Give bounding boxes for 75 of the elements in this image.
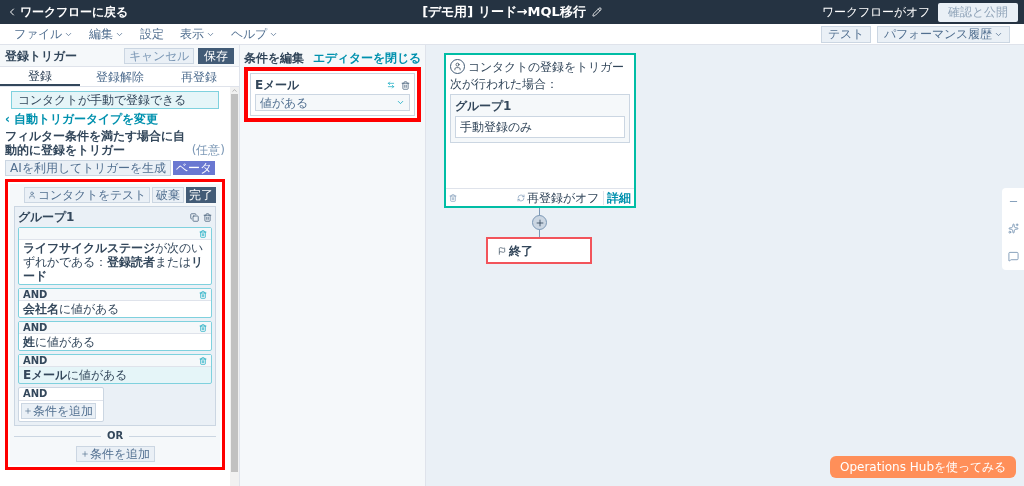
- workflow-status: ワークフローがオフ: [822, 5, 930, 19]
- end-node[interactable]: 終了: [486, 237, 592, 264]
- menu-item[interactable]: 編集: [89, 27, 124, 41]
- toolbar-button[interactable]: テスト: [821, 25, 871, 43]
- tab[interactable]: 登録解除: [79, 67, 160, 86]
- condition-text: Eメールに値がある: [22, 367, 129, 383]
- chat-icon[interactable]: [1007, 250, 1019, 262]
- menu-item[interactable]: ファイル: [14, 27, 73, 41]
- or-label: OR: [106, 429, 124, 443]
- plus-icon: [534, 217, 545, 228]
- sparkle-icon[interactable]: [1007, 223, 1019, 235]
- toolbar-button[interactable]: パフォーマンス履歴: [877, 25, 1010, 43]
- trigger-card[interactable]: コンタクトの登録をトリガー 次が行われた場合： グループ1 手動登録のみ 再登録がオフ 詳細: [444, 53, 636, 208]
- condition-card[interactable]: AND 会社名に値がある: [18, 288, 212, 318]
- done-button[interactable]: 完了: [186, 187, 216, 203]
- menu-item[interactable]: 表示: [180, 27, 215, 41]
- menu-item[interactable]: 設定: [140, 27, 164, 41]
- workflow-title: [デモ用] リード→MQL移行: [422, 5, 586, 19]
- and-label: AND: [23, 287, 49, 302]
- trash-icon[interactable]: [199, 290, 207, 299]
- user-icon: [28, 191, 36, 199]
- end-label: 終了: [509, 243, 533, 258]
- panel-title: 登録トリガー: [5, 48, 78, 63]
- plus-icon: [24, 407, 32, 415]
- plus-icon: [80, 450, 89, 458]
- trash-icon[interactable]: [199, 229, 207, 238]
- trigger-item: 手動登録のみ: [455, 116, 625, 138]
- caret-icon: [396, 98, 405, 107]
- refresh-icon: [517, 193, 525, 202]
- trash-icon[interactable]: [199, 356, 207, 365]
- menu-item[interactable]: ヘルプ: [231, 27, 278, 41]
- group-title: グループ1: [455, 99, 513, 113]
- trash-icon[interactable]: [401, 80, 410, 90]
- condition-card[interactable]: ライフサイクルステージが次のいずれかである：登録読者またはリード: [18, 227, 212, 285]
- trash-icon[interactable]: [199, 323, 207, 332]
- save-button[interactable]: 保存: [198, 47, 234, 64]
- scroll-up-icon[interactable]: [231, 87, 238, 94]
- trigger-subtitle: 次が行われた場合：: [450, 77, 559, 91]
- discard-button[interactable]: 破棄: [152, 187, 184, 203]
- property-name: Eメール: [255, 78, 301, 92]
- info-box: コンタクトが手動で登録できる: [11, 91, 219, 109]
- test-contact-button[interactable]: コンタクトをテスト: [24, 187, 150, 203]
- condition-text: ライフサイクルステージが次のいずれかである：登録読者またはリード: [22, 240, 204, 284]
- add-condition-button[interactable]: 条件を追加: [21, 403, 96, 419]
- group-title: グループ1: [18, 210, 76, 224]
- trash-icon[interactable]: [203, 212, 212, 222]
- close-editor-link[interactable]: エディターを閉じる: [313, 51, 421, 65]
- change-trigger-link[interactable]: ‹ 自動トリガータイプを変更: [5, 112, 159, 126]
- swap-icon[interactable]: [387, 81, 395, 89]
- beta-badge: ベータ: [172, 161, 215, 175]
- reenroll-status: 再登録がオフ: [527, 190, 599, 205]
- pencil-icon[interactable]: [591, 7, 602, 17]
- condition-card[interactable]: AND 姓に値がある: [18, 321, 212, 351]
- add-condition-button[interactable]: 条件を追加: [75, 446, 155, 462]
- optional-label: (任意): [191, 143, 225, 157]
- trash-icon[interactable]: [449, 193, 457, 202]
- trigger-title: コンタクトの登録をトリガー: [468, 59, 624, 74]
- details-link[interactable]: 詳細: [603, 190, 631, 205]
- add-step-button[interactable]: [532, 215, 547, 230]
- condition-text: 会社名に値がある: [22, 301, 120, 317]
- scrollbar[interactable]: [230, 87, 239, 486]
- operator-select[interactable]: 値がある: [255, 94, 410, 111]
- tab[interactable]: 再登録: [159, 67, 239, 86]
- filter-heading: フィルター条件を満たす場合に自動的に登録をトリガー: [5, 129, 186, 157]
- and-label: AND: [23, 387, 48, 401]
- and-label: AND: [23, 353, 49, 368]
- flag-icon: [498, 246, 506, 255]
- back-link[interactable]: ワークフローに戻る: [6, 5, 336, 19]
- condition-card[interactable]: AND Eメールに値がある: [18, 354, 212, 384]
- tab[interactable]: 登録: [0, 67, 80, 86]
- condition-text: 姓に値がある: [22, 334, 96, 350]
- ai-generate-button[interactable]: AIを利用してトリガーを生成: [5, 160, 171, 176]
- editor-title: 条件を編集: [244, 51, 304, 65]
- copy-icon[interactable]: [190, 212, 199, 222]
- and-label: AND: [23, 320, 49, 335]
